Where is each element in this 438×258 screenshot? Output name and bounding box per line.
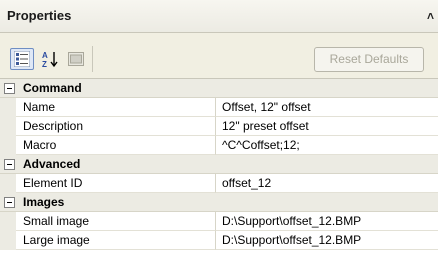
property-row[interactable]: Large image D:\Support\offset_12.BMP: [0, 231, 438, 250]
collapse-toggle-icon[interactable]: [4, 197, 15, 208]
category-label: Advanced: [23, 157, 81, 171]
property-pages-icon: [68, 52, 84, 66]
property-name: Name: [16, 98, 216, 117]
property-row[interactable]: Name Offset, 12" offset: [0, 98, 438, 117]
property-value[interactable]: ^C^Coffset;12;: [216, 136, 438, 155]
reset-defaults-button[interactable]: Reset Defaults: [314, 47, 424, 72]
svg-text:A: A: [42, 51, 48, 60]
categorized-view-icon: [14, 51, 30, 67]
row-gutter: [0, 174, 16, 193]
property-row[interactable]: Macro ^C^Coffset;12;: [0, 136, 438, 155]
sort-alphabetical-button[interactable]: A Z: [38, 48, 62, 70]
toolbar-separator: [92, 46, 93, 72]
svg-text:Z: Z: [42, 60, 47, 68]
categorized-view-button[interactable]: [10, 48, 34, 70]
property-name: Element ID: [16, 174, 216, 193]
property-value[interactable]: Offset, 12" offset: [216, 98, 438, 117]
properties-panel: Properties ˄ A Z Reset Defaults Command …: [0, 0, 438, 258]
properties-toolbar: A Z Reset Defaults: [0, 34, 438, 78]
category-row[interactable]: Images: [0, 193, 438, 212]
category-row[interactable]: Command: [0, 79, 438, 98]
property-value[interactable]: D:\Support\offset_12.BMP: [216, 212, 438, 231]
category-label: Command: [23, 81, 82, 95]
property-name: Small image: [16, 212, 216, 231]
category-row[interactable]: Advanced: [0, 155, 438, 174]
property-row[interactable]: Small image D:\Support\offset_12.BMP: [0, 212, 438, 231]
row-gutter: [0, 212, 16, 231]
row-gutter: [0, 98, 16, 117]
category-label: Images: [23, 195, 65, 209]
sort-az-icon: A Z: [42, 51, 58, 68]
property-name: Description: [16, 117, 216, 136]
property-value[interactable]: offset_12: [216, 174, 438, 193]
row-gutter: [0, 231, 16, 250]
property-value[interactable]: D:\Support\offset_12.BMP: [216, 231, 438, 250]
row-gutter: [0, 136, 16, 155]
panel-title: Properties: [7, 8, 72, 23]
property-name: Large image: [16, 231, 216, 250]
property-row[interactable]: Element ID offset_12: [0, 174, 438, 193]
property-grid: Command Name Offset, 12" offset Description…: [0, 78, 438, 258]
property-pages-button[interactable]: [64, 48, 88, 70]
property-row[interactable]: Description 12" preset offset: [0, 117, 438, 136]
collapse-toggle-icon[interactable]: [4, 159, 15, 170]
collapse-chevron-icon[interactable]: ˄: [427, 7, 438, 25]
property-value[interactable]: 12" preset offset: [216, 117, 438, 136]
panel-titlebar: Properties ˄: [0, 0, 438, 33]
collapse-toggle-icon[interactable]: [4, 83, 15, 94]
row-gutter: [0, 117, 16, 136]
category-row-background: [0, 193, 438, 212]
property-name: Macro: [16, 136, 216, 155]
